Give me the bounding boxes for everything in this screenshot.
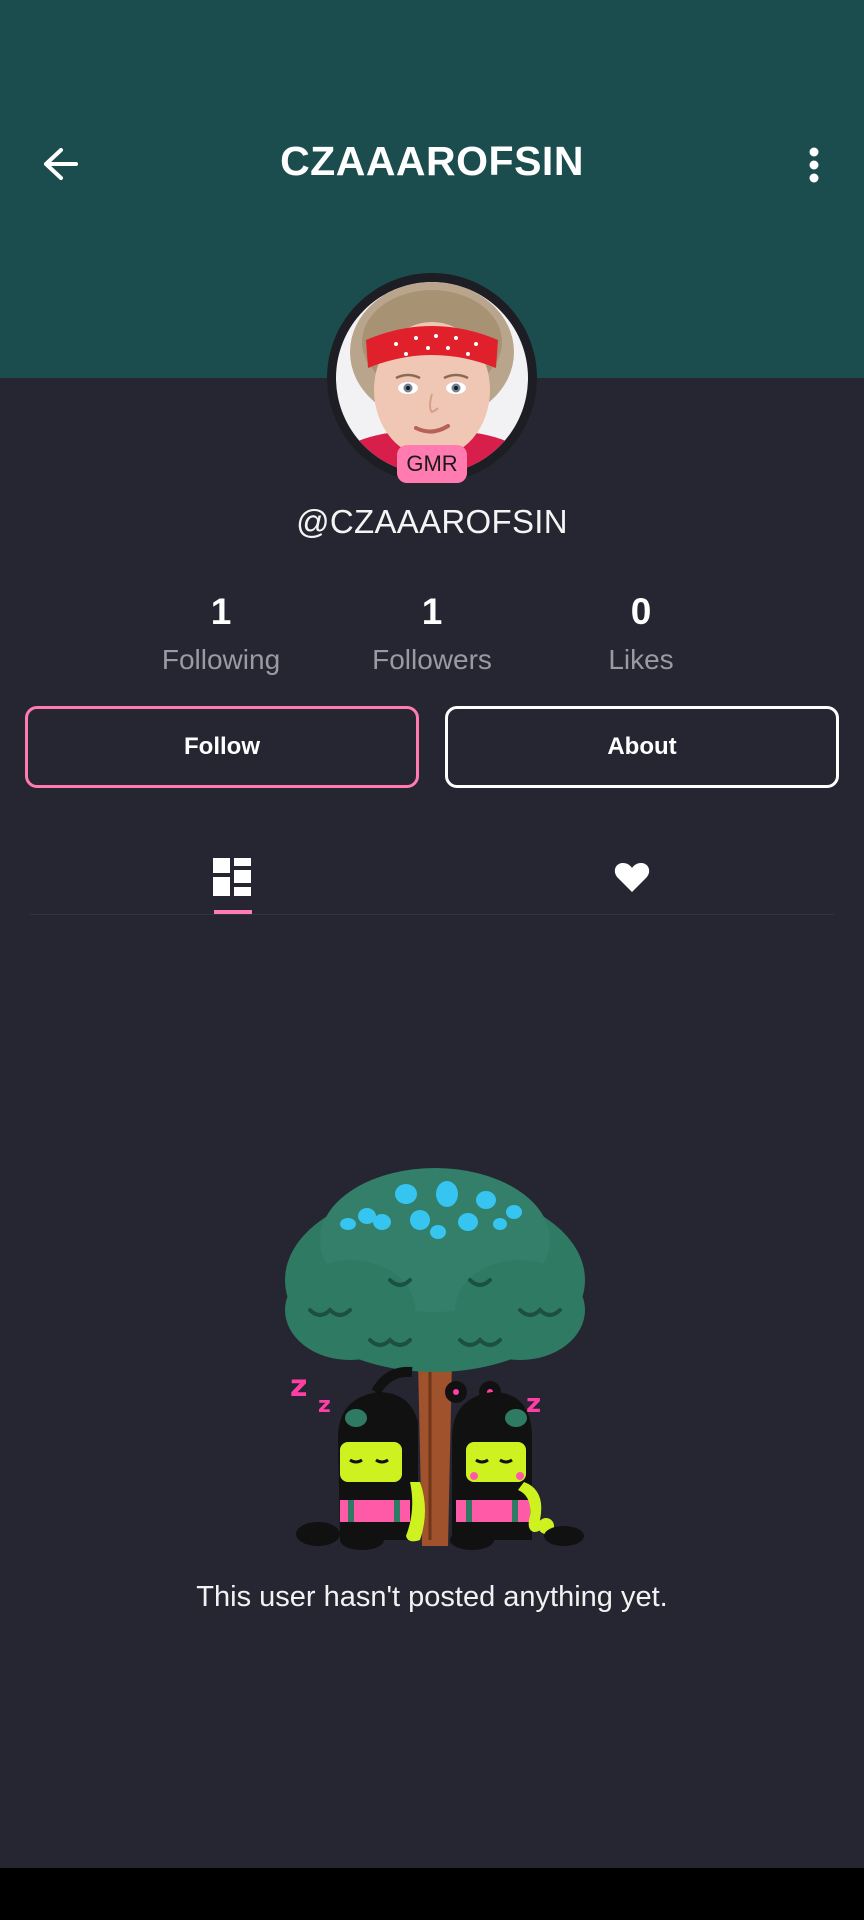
more-options-button[interactable] bbox=[790, 140, 838, 190]
tab-likes[interactable] bbox=[430, 840, 834, 914]
username-handle: @CZAAAROFSIN bbox=[296, 503, 568, 540]
empty-state-message: This user hasn't posted anything yet. bbox=[196, 1581, 668, 1613]
system-navigation-bar bbox=[0, 1868, 864, 1920]
stat-label: Likes bbox=[608, 644, 674, 675]
stat-label: Followers bbox=[372, 644, 492, 675]
empty-state-illustration: z z z bbox=[285, 1168, 585, 1550]
page-title: CZAAAROFSIN bbox=[280, 138, 584, 184]
stat-value: 1 bbox=[421, 591, 443, 632]
svg-text:z: z bbox=[290, 1369, 307, 1404]
tab-divider bbox=[30, 914, 834, 915]
stat-likes[interactable]: 0 Likes bbox=[531, 588, 751, 676]
heart-icon bbox=[614, 863, 650, 892]
more-vertical-icon bbox=[809, 147, 819, 183]
user-badge: GMR bbox=[397, 445, 467, 483]
follow-button[interactable]: Follow bbox=[25, 706, 419, 788]
svg-text:z: z bbox=[318, 1393, 331, 1418]
tab-posts[interactable] bbox=[30, 840, 434, 914]
posts-grid-icon bbox=[213, 858, 251, 896]
stat-following[interactable]: 1 Following bbox=[111, 588, 331, 676]
stat-value: 1 bbox=[210, 591, 232, 632]
about-button[interactable]: About bbox=[445, 706, 839, 788]
stat-value: 0 bbox=[630, 591, 652, 632]
stat-label: Following bbox=[161, 644, 281, 675]
stat-followers[interactable]: 1 Followers bbox=[322, 588, 542, 676]
